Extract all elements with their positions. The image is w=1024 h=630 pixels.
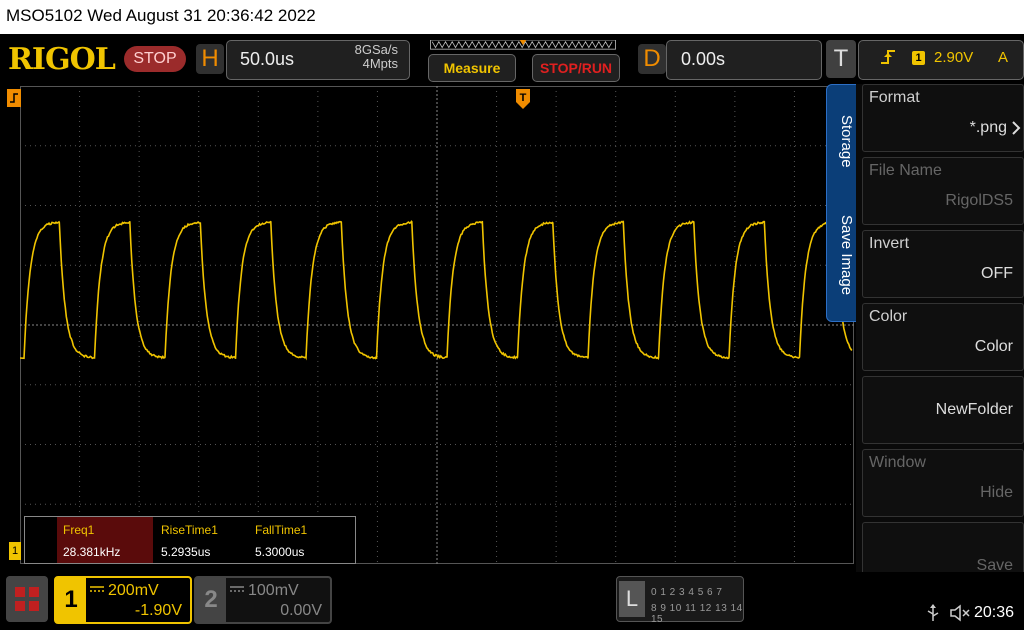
delay-value: 0.00s [681,49,725,70]
measurement-freq[interactable]: Freq1 28.381kHz [57,517,153,563]
menu-item-value: *.png [970,119,1007,137]
menu-item-value: NewFolder [936,401,1013,419]
measurement-name: RiseTime1 [161,523,218,537]
menu-item-file-name[interactable]: File Name RigolDS5 [862,157,1024,225]
title-bar: MSO5102 Wed August 31 20:36:42 2022 [0,0,1024,34]
menu-item-new-folder[interactable]: NewFolder [862,376,1024,444]
logic-analyzer-button[interactable]: L 0 1 2 3 4 5 6 7 8 9 10 11 12 13 14 15 [616,576,744,622]
logic-letter: L [619,581,645,617]
measurement-name: Freq1 [63,523,94,537]
horizontal-button[interactable]: H [196,44,224,74]
channel-2-scale: 100mV [248,582,299,600]
sample-rate: 8GSa/s [338,43,398,57]
channel-2-offset: 0.00V [280,602,322,620]
softkey-menu: Format *.png File Name RigolDS5 Invert O… [856,84,1024,596]
measurement-value: 5.2935us [161,545,210,559]
logic-channels-row2: 8 9 10 11 12 13 14 15 [651,603,743,625]
menu-item-value: RigolDS5 [945,192,1013,210]
svg-text:T: T [520,92,527,104]
trigger-level: 2.90V [934,49,973,66]
menu-item-title: Color [869,308,907,326]
menu-item-window[interactable]: Window Hide [862,449,1024,517]
menu-arrow-right-icon [1011,121,1021,135]
waveform-display[interactable] [20,86,854,564]
trigger-time-marker: T [516,89,530,109]
measure-label: Measure [429,55,515,81]
channel-1-number: 1 [56,578,86,622]
tab-save-image-label: Save Image [829,215,855,295]
menu-item-value: Hide [980,484,1013,502]
rigol-logo: RIGOL [8,42,115,77]
usb-icon [926,604,940,622]
storage-menu-tab[interactable]: Storage Save Image [826,84,858,322]
title-bar-text: MSO5102 Wed August 31 20:36:42 2022 [6,6,316,26]
measurement-risetime[interactable]: RiseTime1 5.2935us [155,517,251,563]
clock: 20:36 [974,604,1014,622]
menu-item-title: Invert [869,235,909,253]
measurement-falltime[interactable]: FallTime1 5.3000us [249,517,345,563]
channel-1-button[interactable]: 1 200mV -1.90V [54,576,192,624]
measurement-value: 5.3000us [255,545,304,559]
channel-1-scale: 200mV [108,582,159,600]
dc-coupling-icon [230,586,244,594]
measurement-name: FallTime1 [255,523,307,537]
stop-run-label: STOP/RUN [533,55,619,81]
memory-position-indicator [412,40,634,50]
logic-channels-row1: 0 1 2 3 4 5 6 7 [651,587,722,598]
stop-run-button[interactable]: STOP/RUN [532,54,620,82]
delay-button[interactable]: D [638,44,666,74]
ch1-ground-marker[interactable]: 1 [9,542,21,560]
ch1-waveform-trace [20,221,852,359]
trigger-button[interactable]: T [826,40,856,78]
menu-item-title: Window [869,454,926,472]
trigger-rising-edge-icon [880,48,896,66]
measurement-panel: Freq1 28.381kHz RiseTime1 5.2935us FallT… [24,516,356,564]
speaker-mute-icon[interactable] [950,604,972,622]
memory-depth: 4Mpts [338,57,398,71]
menu-item-title: File Name [869,162,942,180]
menu-item-invert[interactable]: Invert OFF [862,230,1024,298]
menu-item-color[interactable]: Color Color [862,303,1024,371]
menu-item-title: Format [869,89,920,107]
trigger-source: 1 [912,51,925,65]
timebase-value: 50.0us [240,49,294,70]
acquisition-info: 8GSa/s 4Mpts [338,43,398,71]
menu-item-value: Color [975,338,1013,356]
channel-2-number: 2 [196,578,226,622]
grid-menu-icon[interactable] [6,576,48,622]
channel-2-button[interactable]: 2 100mV 0.00V [194,576,332,624]
trigger-mode: A [998,49,1008,66]
menu-item-value: OFF [981,265,1013,283]
trigger-level-marker [7,89,21,107]
tab-storage-label: Storage [829,115,855,168]
menu-item-format[interactable]: Format *.png [862,84,1024,152]
measure-button[interactable]: Measure [428,54,516,82]
run-state-badge[interactable]: STOP [124,46,186,72]
dc-coupling-icon [90,586,104,594]
channel-1-offset: -1.90V [135,602,182,620]
measurement-value: 28.381kHz [63,545,120,559]
